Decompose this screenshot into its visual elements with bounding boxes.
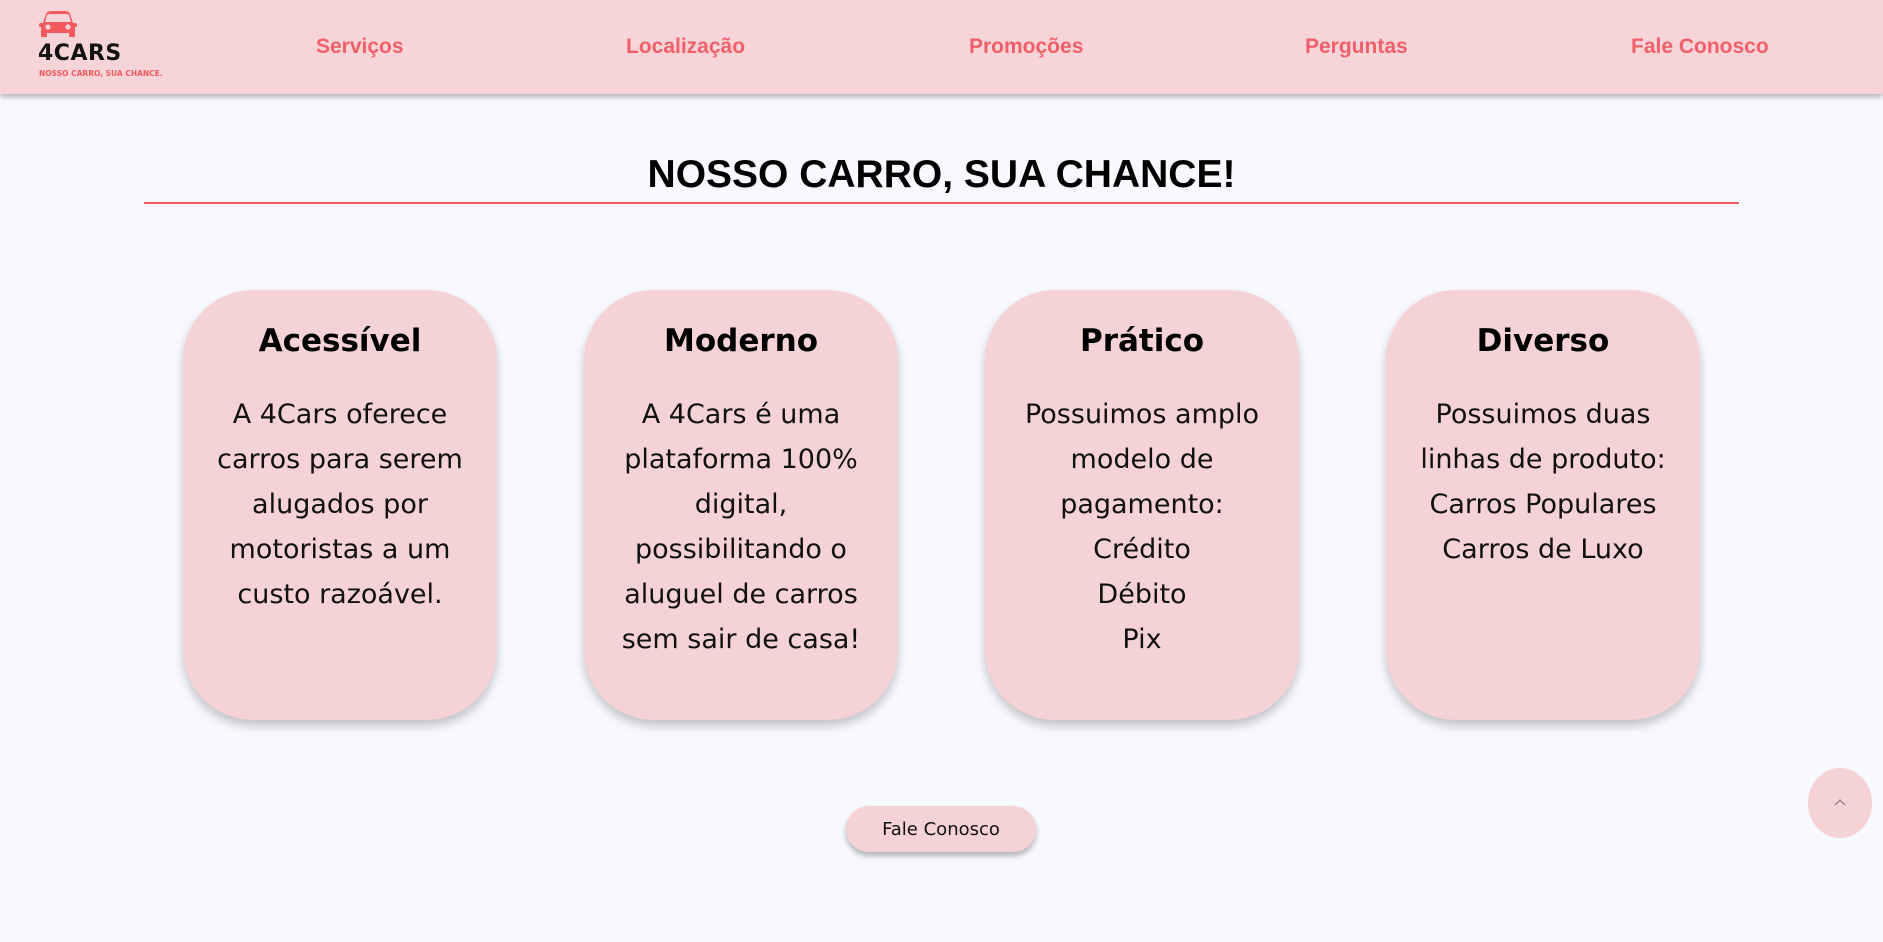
feature-card-moderno: Moderno A 4Cars é uma plataforma 100% di… xyxy=(584,290,898,720)
card-text-line: Possuimos duas xyxy=(1435,399,1651,430)
card-text-line: Pix xyxy=(1122,624,1162,655)
card-text-line: A 4Cars é uma xyxy=(641,399,841,430)
nav-link-promocoes[interactable]: Promoções xyxy=(969,36,1083,57)
card-title: Moderno xyxy=(663,323,819,359)
nav-link-servicos[interactable]: Serviços xyxy=(316,36,404,57)
chevron-up-icon xyxy=(1834,799,1846,806)
card-text-line: Carros Populares xyxy=(1429,489,1657,520)
card-title: Acessível xyxy=(258,323,422,359)
nav-link-fale-conosco[interactable]: Fale Conosco xyxy=(1631,36,1769,57)
feature-card-diverso: Diverso Possuimos duas linhas de produto… xyxy=(1386,290,1700,720)
card-text-line: pagamento: xyxy=(1060,489,1224,520)
scroll-to-top-button[interactable] xyxy=(1808,768,1872,838)
nav-link-perguntas[interactable]: Perguntas xyxy=(1305,36,1408,57)
title-divider xyxy=(144,202,1739,204)
site-header: 4CARS NOSSO CARRO, SUA CHANCE. Serviços … xyxy=(0,0,1883,94)
card-text-line: Débito xyxy=(1097,579,1187,610)
card-title: Prático xyxy=(1079,323,1205,359)
card-text-line: aluguel de carros xyxy=(624,579,858,610)
card-text-line: possibilitando o xyxy=(635,534,847,565)
brand-name: 4CARS xyxy=(38,41,122,66)
card-text-line: motoristas a um xyxy=(229,534,451,565)
nav-link-localizacao[interactable]: Localização xyxy=(626,36,745,57)
card-text-line: digital, xyxy=(694,489,788,520)
card-text-line: modelo de xyxy=(1070,444,1214,475)
card-text-line: carros para serem xyxy=(217,444,463,475)
card-description: Possuimos amplo modelo de pagamento: Cré… xyxy=(1003,392,1281,662)
brand-logo[interactable]: 4CARS NOSSO CARRO, SUA CHANCE. xyxy=(38,10,188,84)
card-text-line: A 4Cars oferece xyxy=(232,399,448,430)
card-text-line: plataforma 100% xyxy=(624,444,858,475)
feature-card-acessivel: Acessível A 4Cars oferece carros para se… xyxy=(183,290,497,720)
card-text-line: sem sair de casa! xyxy=(621,624,861,655)
brand-tagline: NOSSO CARRO, SUA CHANCE. xyxy=(39,69,163,78)
card-title: Diverso xyxy=(1476,323,1610,359)
card-description: A 4Cars é uma plataforma 100% digital, p… xyxy=(602,392,880,662)
card-text-line: Crédito xyxy=(1093,534,1191,565)
card-text-line: custo razoável. xyxy=(237,579,443,610)
card-description: Possuimos duas linhas de produto: Carros… xyxy=(1404,392,1682,572)
card-text-line: Carros de Luxo xyxy=(1442,534,1644,565)
card-text-line: linhas de produto: xyxy=(1420,444,1666,475)
card-description: A 4Cars oferece carros para serem alugad… xyxy=(201,392,479,617)
fale-conosco-button[interactable]: Fale Conosco xyxy=(846,806,1036,852)
card-text-line: Possuimos amplo xyxy=(1024,399,1260,430)
feature-card-pratico: Prático Possuimos amplo modelo de pagame… xyxy=(985,290,1299,720)
car-icon xyxy=(39,11,77,37)
card-text-line: alugados por xyxy=(252,489,428,520)
page-title: NOSSO CARRO, SUA CHANCE! xyxy=(647,153,1236,196)
